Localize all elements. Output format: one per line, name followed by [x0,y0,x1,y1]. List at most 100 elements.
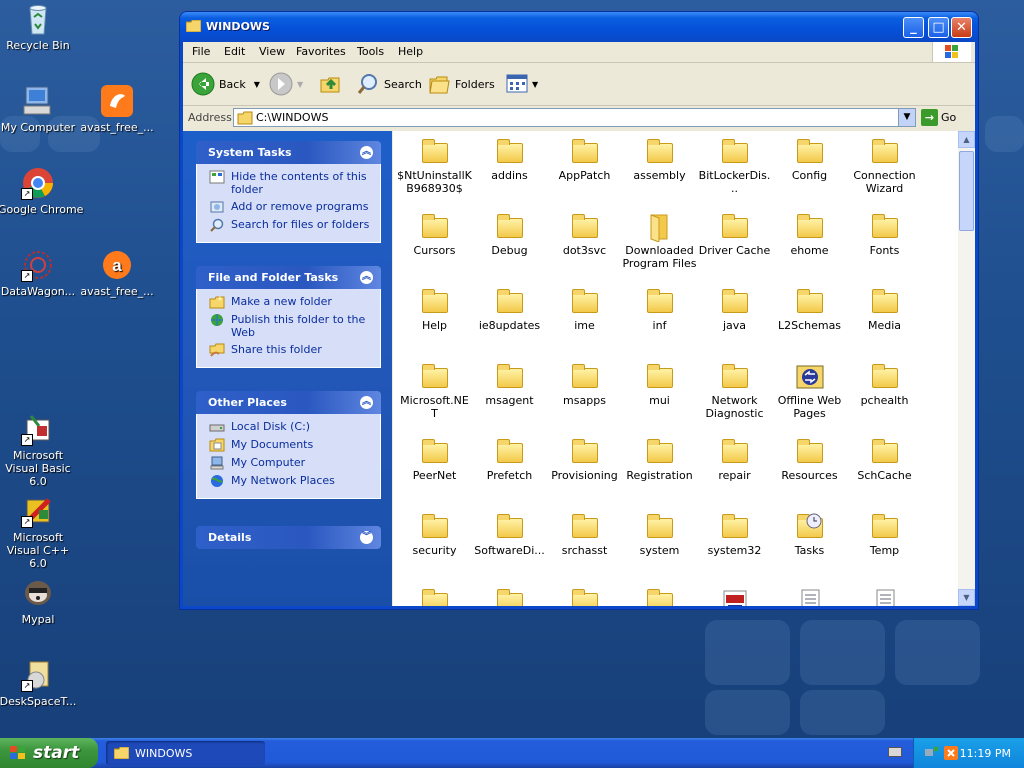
folder-item[interactable]: msapps [547,362,622,407]
collapse-chevron-icon[interactable]: ︽ [360,271,373,284]
desktop-icon-avast-2[interactable]: a avast_free_... [77,248,157,298]
close-button[interactable]: ✕ [951,17,972,38]
folder-item[interactable]: inf [622,287,697,332]
desktop-icon-mypal[interactable]: Mypal [0,576,78,626]
folder-item[interactable]: Provisioning [547,437,622,482]
desktop-icon-datawagon[interactable]: ↗ DataWagon... [0,248,78,298]
desktop-icon-visual-basic[interactable]: ↗ Microsoft Visual Basic 6.0 [0,412,78,488]
folder-item[interactable]: Downloaded Program Files [622,212,697,270]
folder-item[interactable]: $NtUninstallKB968930$ [397,137,472,195]
details-header[interactable]: Details ︾ [196,526,381,549]
go-button[interactable]: → Go [921,109,956,126]
menu-help[interactable]: Help [398,45,423,58]
folder-item-partial[interactable] [622,587,697,606]
place-my-documents[interactable]: My Documents [209,438,374,452]
scroll-thumb[interactable] [959,151,974,231]
desktop-icon-google-chrome[interactable]: ↗ Google Chrome [0,166,83,216]
folder-item[interactable]: Tasks [772,512,847,557]
folder-item-partial[interactable] [472,587,547,606]
folder-item[interactable]: Media [847,287,922,332]
back-dropdown-icon[interactable]: ▼ [254,80,260,89]
folder-item[interactable]: Network Diagnostic [697,362,772,420]
file-folder-tasks-header[interactable]: File and Folder Tasks ︽ [196,266,381,289]
up-folder-button[interactable] [319,71,343,97]
other-places-header[interactable]: Other Places ︽ [196,391,381,414]
folder-item[interactable]: srchasst [547,512,622,557]
folder-item[interactable]: Config [772,137,847,182]
menu-edit[interactable]: Edit [224,45,245,58]
desktop-icon-avast-1[interactable]: avast_free_... [77,84,157,134]
folder-item[interactable]: Microsoft.NET [397,362,472,420]
folder-item[interactable]: AppPatch [547,137,622,182]
folder-item[interactable]: dot3svc [547,212,622,257]
system-tasks-header[interactable]: System Tasks ︽ [196,141,381,164]
task-hide-contents[interactable]: Hide the contents of this folder [209,170,374,196]
clock[interactable]: 11:19 PM [960,747,1011,760]
folder-item[interactable]: msagent [472,362,547,407]
search-button[interactable]: Search [356,71,422,97]
folder-item[interactable]: repair [697,437,772,482]
folder-item[interactable]: ime [547,287,622,332]
folder-item-partial[interactable] [397,587,472,606]
task-search-files[interactable]: Search for files or folders [209,218,374,232]
folder-item[interactable]: ie8updates [472,287,547,332]
folder-item-partial[interactable] [847,587,922,606]
forward-button[interactable]: ▼ [269,71,303,97]
folder-item[interactable]: security [397,512,472,557]
task-make-new-folder[interactable]: Make a new folder [209,295,374,309]
taskbar-window-button[interactable]: WINDOWS [106,741,265,765]
task-share-folder[interactable]: Share this folder [209,343,374,357]
place-my-computer[interactable]: My Computer [209,456,374,470]
scroll-down-button[interactable]: ▼ [958,589,975,606]
folder-item[interactable]: Temp [847,512,922,557]
avast-tray-icon[interactable] [944,746,958,760]
menu-file[interactable]: File [192,45,210,58]
folder-item[interactable]: PeerNet [397,437,472,482]
network-tray-icon[interactable] [924,745,940,761]
scroll-up-button[interactable]: ▲ [958,131,975,148]
menu-tools[interactable]: Tools [357,45,384,58]
folder-item[interactable]: system [622,512,697,557]
folder-item[interactable]: Driver Cache [697,212,772,257]
folder-item-partial[interactable] [697,587,772,606]
folder-item[interactable]: pchealth [847,362,922,407]
minimize-button[interactable]: _ [903,17,924,38]
desktop-icon-my-computer[interactable]: My Computer [0,84,78,134]
folders-button[interactable]: Folders [427,71,495,97]
folder-item[interactable]: L2Schemas [772,287,847,332]
place-local-disk[interactable]: Local Disk (C:) [209,420,374,434]
folder-item[interactable]: SchCache [847,437,922,482]
folder-item[interactable]: Offline Web Pages [772,362,847,420]
collapse-chevron-icon[interactable]: ︽ [360,146,373,159]
folder-item-partial[interactable] [772,587,847,606]
menu-favorites[interactable]: Favorites [296,45,346,58]
folder-item[interactable]: Resources [772,437,847,482]
place-my-network[interactable]: My Network Places [209,474,374,488]
folder-item[interactable]: addins [472,137,547,182]
task-publish-web[interactable]: Publish this folder to the Web [209,313,374,339]
start-button[interactable]: start [0,738,98,768]
folder-item[interactable]: Fonts [847,212,922,257]
desktop-icon-recycle-bin[interactable]: Recycle Bin [0,2,78,52]
folder-item[interactable]: Prefetch [472,437,547,482]
folder-item[interactable]: BitLockerDis... [697,137,772,195]
folder-item[interactable]: java [697,287,772,332]
vertical-scrollbar[interactable]: ▲ ▼ [958,131,975,606]
folder-item-partial[interactable] [547,587,622,606]
folder-item[interactable]: Cursors [397,212,472,257]
folder-item[interactable]: Registration [622,437,697,482]
forward-dropdown-icon[interactable]: ▼ [297,80,303,89]
maximize-button[interactable]: □ [928,17,949,38]
folder-item[interactable]: assembly [622,137,697,182]
address-dropdown-icon[interactable]: ▼ [898,109,915,126]
keyboard-icon[interactable] [888,747,902,757]
desktop-icon-visual-cpp[interactable]: ↗ Microsoft Visual C++ 6.0 [0,494,78,570]
folder-item[interactable]: ehome [772,212,847,257]
task-add-remove-programs[interactable]: Add or remove programs [209,200,374,214]
menu-view[interactable]: View [259,45,285,58]
collapse-chevron-icon[interactable]: ︽ [360,396,373,409]
desktop-icon-deskspace[interactable]: ↗ DeskSpaceT... [0,658,78,708]
back-button[interactable]: Back ▼ [191,71,260,97]
title-bar[interactable]: WINDOWS _ □ ✕ [180,12,978,42]
folder-item[interactable]: system32 [697,512,772,557]
